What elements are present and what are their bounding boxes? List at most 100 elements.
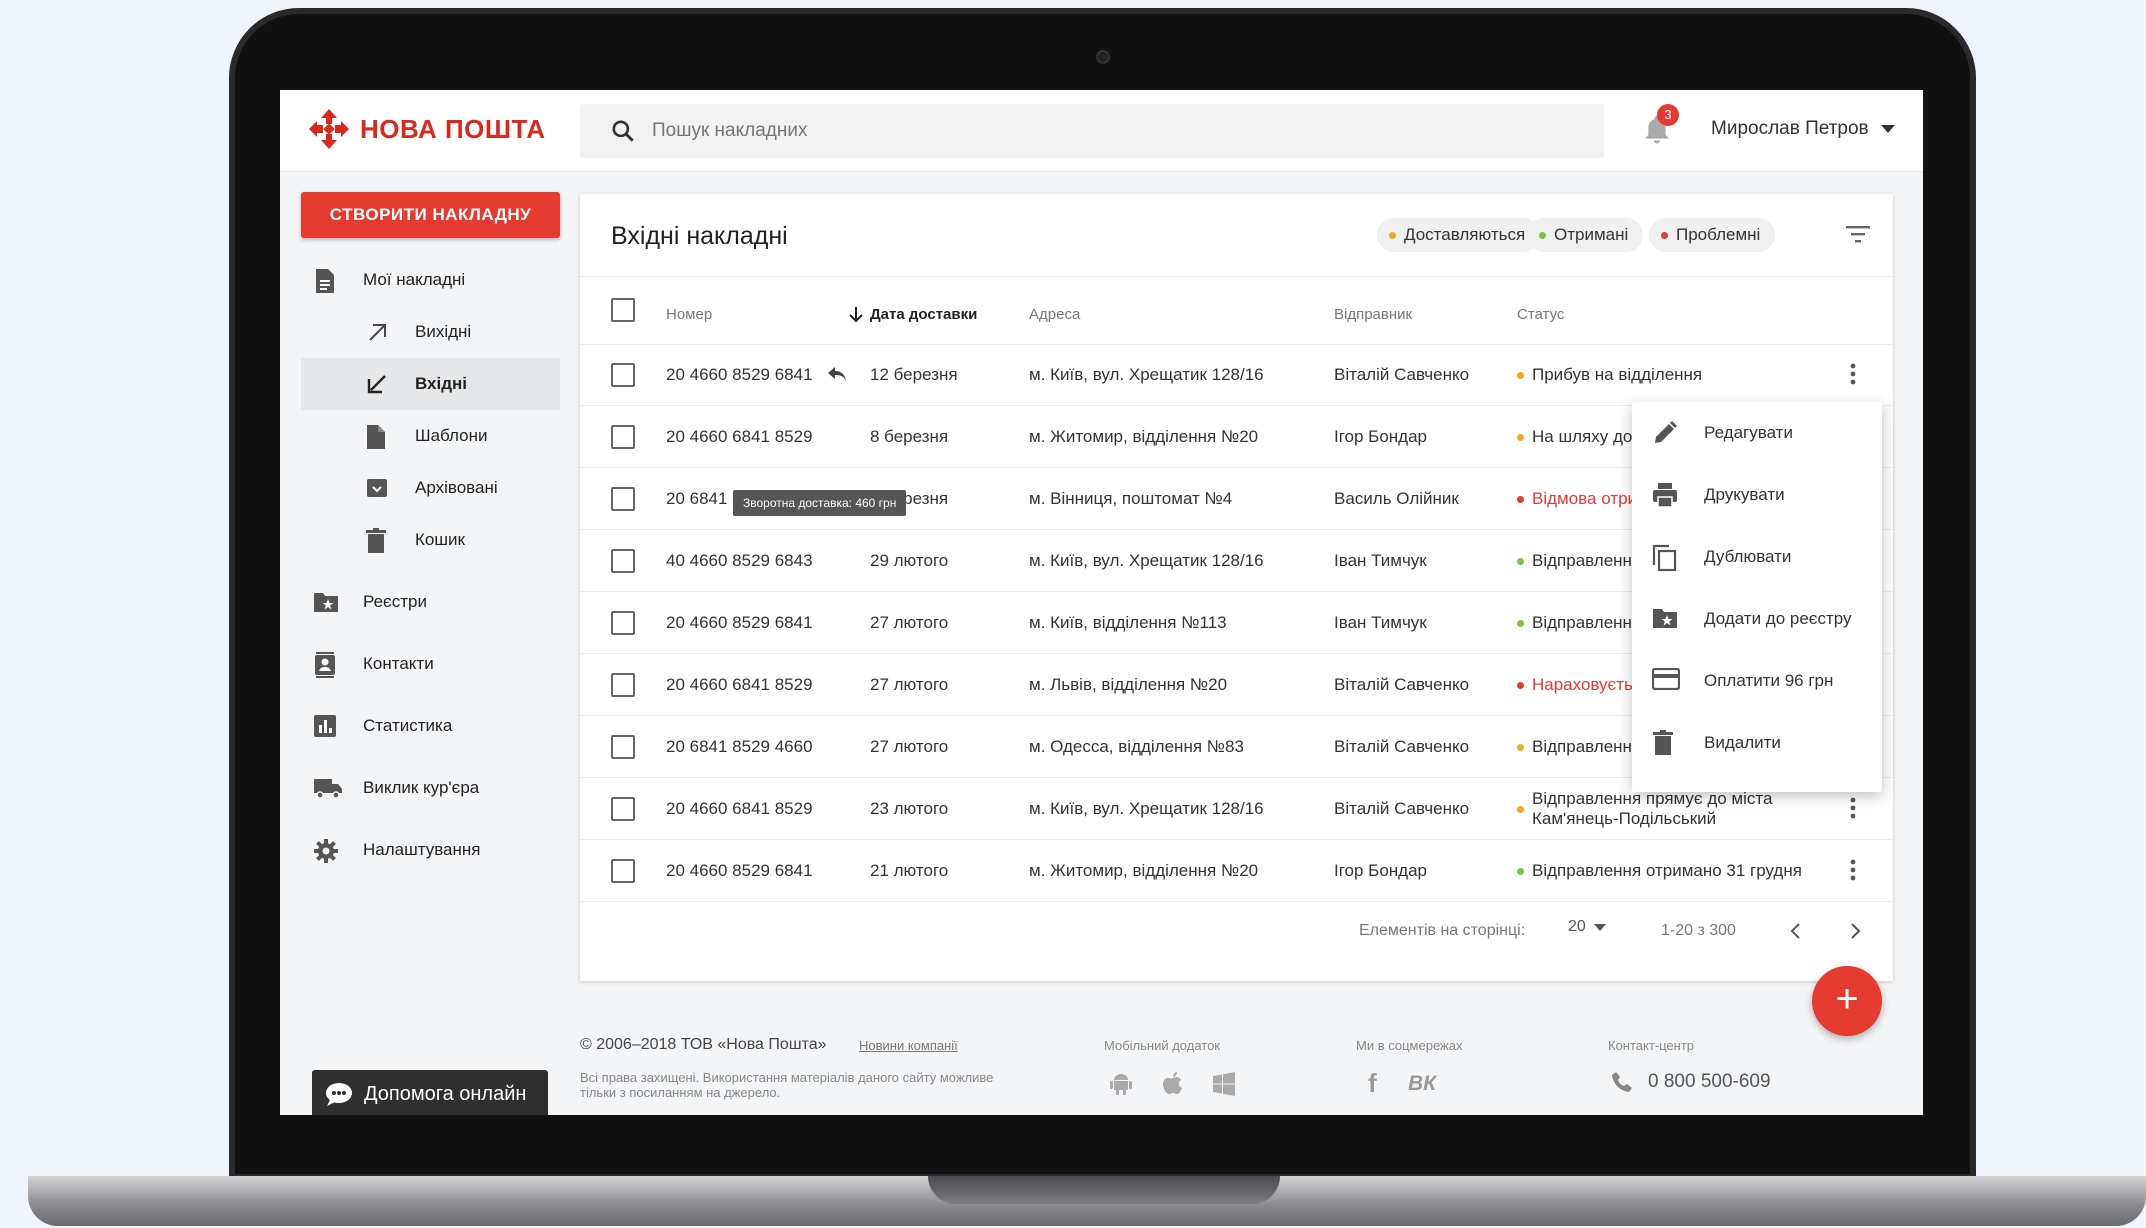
notification-badge: 3 — [1657, 104, 1679, 126]
sidebar-item-label: Кошик — [415, 530, 465, 549]
red-dot — [1661, 231, 1668, 239]
row-checkbox[interactable] — [611, 673, 635, 697]
menu-item-pay[interactable]: Оплатити 96 грн — [1632, 650, 1882, 712]
status-dot — [1517, 867, 1524, 875]
waybill-number[interactable]: 20 4660 8529 6841 — [666, 344, 813, 406]
sender: Василь Олійник — [1334, 489, 1459, 508]
brand-logo[interactable]: НОВА ПОШТА — [308, 108, 546, 150]
sidebar-item-label: Налаштування — [363, 840, 481, 859]
per-page-select[interactable]: 20 — [1568, 918, 1606, 936]
contact-center-label: Контакт-центр — [1608, 1038, 1695, 1053]
menu-item-duplicate[interactable]: Дублювати — [1632, 526, 1882, 588]
menu-item-delete[interactable]: Видалити — [1632, 712, 1882, 774]
waybill-number[interactable]: 20 4660 8529 6841 — [666, 840, 813, 902]
more-vert-icon[interactable] — [1850, 362, 1856, 386]
sidebar-item-registers[interactable]: Реєстри — [301, 576, 560, 628]
address: м. Київ, вул. Хрещатик 128/16 — [1029, 799, 1264, 818]
sidebar-item-label: Вхідні — [415, 374, 468, 393]
chat-icon — [326, 1083, 352, 1106]
table-row[interactable]: 20 4660 8529 6841 21 лютого м. Житомир, ві… — [580, 840, 1893, 902]
sender: Віталій Савченко — [1334, 799, 1470, 818]
filter-list-icon[interactable] — [1846, 225, 1870, 243]
column-header-number[interactable]: Номер — [666, 306, 712, 323]
table-row[interactable]: 20 4660 8529 6841 12 березня м. Київ, вул.… — [580, 344, 1893, 406]
filter-chip-received[interactable]: Отримані — [1527, 218, 1644, 252]
sidebar-item-statistics[interactable]: Статистика — [301, 700, 560, 752]
waybill-number[interactable]: 40 4660 8529 6843 — [666, 530, 813, 592]
chevron-left-icon[interactable] — [1789, 922, 1801, 940]
sidebar-item-trash[interactable]: Кошик — [301, 514, 560, 566]
row-checkbox[interactable] — [611, 797, 635, 821]
create-waybill-button[interactable]: СТВОРИТИ НАКЛАДНУ — [301, 192, 560, 238]
copyright: © 2006–2018 ТОВ «Нова Пошта» — [580, 1036, 827, 1053]
row-checkbox[interactable] — [611, 363, 635, 387]
return-arrow-icon[interactable] — [827, 366, 847, 382]
menu-item-add-register[interactable]: Додати до реєстру — [1632, 588, 1882, 650]
row-checkbox[interactable] — [611, 487, 635, 511]
apple-icon[interactable] — [1162, 1071, 1184, 1095]
caret-down-icon — [1880, 125, 1895, 133]
chip-label: Отримані — [1554, 225, 1629, 244]
sidebar-item-templates[interactable]: Шаблони — [301, 410, 560, 462]
vk-icon[interactable]: ВК — [1408, 1072, 1436, 1096]
delivery-date: 23 лютого — [870, 799, 949, 818]
address: м. Київ, відділення №113 — [1029, 613, 1227, 632]
row-checkbox[interactable] — [611, 549, 635, 573]
row-checkbox[interactable] — [611, 859, 635, 883]
status-dot — [1517, 371, 1524, 379]
online-help-button[interactable]: Допомога онлайн — [312, 1070, 548, 1115]
waybill-number[interactable]: 20 4660 6841 8529 — [666, 654, 813, 716]
arrow-down-left-icon — [367, 375, 386, 394]
status-text: Відправлення прямує до міста Кам'янець-П… — [1532, 789, 1773, 828]
column-header-status[interactable]: Статус — [1517, 306, 1564, 323]
sidebar-item-archived[interactable]: Архівовані — [301, 462, 560, 514]
filter-chip-problematic[interactable]: Проблемні — [1649, 218, 1776, 252]
add-fab-button[interactable]: + — [1812, 966, 1882, 1036]
sidebar-item-my-waybills[interactable]: Мої накладні — [301, 254, 560, 306]
filter-chip-delivering[interactable]: Доставляються — [1377, 218, 1541, 252]
waybill-number[interactable]: 20 4660 6841 8529 — [666, 778, 813, 840]
sidebar-item-contacts[interactable]: Контакти — [301, 638, 560, 690]
column-header-date[interactable]: Дата доставки — [870, 306, 977, 323]
phone-number[interactable]: 0 800 500-609 — [1648, 1071, 1771, 1093]
column-header-sender[interactable]: Відправник — [1334, 306, 1412, 323]
delivery-date: 21 лютого — [870, 861, 949, 880]
chevron-right-icon[interactable] — [1850, 922, 1862, 940]
row-checkbox[interactable] — [611, 735, 635, 759]
column-header-address[interactable]: Адреса — [1029, 306, 1080, 323]
search-icon[interactable] — [610, 118, 636, 144]
contacts-icon — [315, 652, 335, 678]
sidebar-item-label: Контакти — [363, 654, 434, 673]
sidebar-item-outgoing[interactable]: Вихідні — [301, 306, 560, 358]
row-checkbox[interactable] — [611, 425, 635, 449]
select-all-checkbox[interactable] — [611, 298, 635, 322]
waybill-number[interactable]: 20 6841 8529 4660 — [666, 716, 813, 778]
menu-item-print[interactable]: Друкувати — [1632, 464, 1882, 526]
trash-icon — [366, 528, 386, 553]
status-dot — [1517, 557, 1524, 565]
mobile-app-label: Мобільний додаток — [1104, 1038, 1220, 1053]
facebook-icon[interactable]: f — [1368, 1068, 1377, 1099]
windows-icon[interactable] — [1212, 1072, 1236, 1096]
sidebar-item-settings[interactable]: Налаштування — [301, 824, 560, 876]
address: м. Житомир, відділення №20 — [1029, 861, 1259, 880]
search-bar[interactable] — [580, 104, 1604, 158]
waybill-number[interactable]: 20 4660 6841 8529 — [666, 406, 813, 468]
pencil-icon — [1655, 421, 1677, 443]
waybill-number[interactable]: 20 4660 8529 6841 — [666, 592, 813, 654]
sidebar-item-incoming[interactable]: Вхідні — [301, 358, 560, 410]
top-header: НОВА ПОШТА 3 Мирослав Петров — [280, 90, 1923, 172]
more-vert-icon[interactable] — [1850, 858, 1856, 882]
android-icon[interactable] — [1110, 1072, 1132, 1096]
gear-icon — [314, 839, 338, 863]
row-checkbox[interactable] — [611, 611, 635, 635]
news-link[interactable]: Новини компанії — [859, 1038, 958, 1053]
file-icon — [367, 425, 385, 449]
copy-icon — [1652, 544, 1677, 572]
sender: Іван Тимчук — [1334, 613, 1427, 632]
sidebar-item-courier[interactable]: Виклик кур'єра — [301, 762, 560, 814]
menu-item-edit[interactable]: Редагувати — [1632, 402, 1882, 464]
more-vert-icon[interactable] — [1850, 796, 1856, 820]
search-input[interactable] — [652, 120, 1552, 142]
user-menu[interactable]: Мирослав Петров — [1711, 118, 1895, 140]
